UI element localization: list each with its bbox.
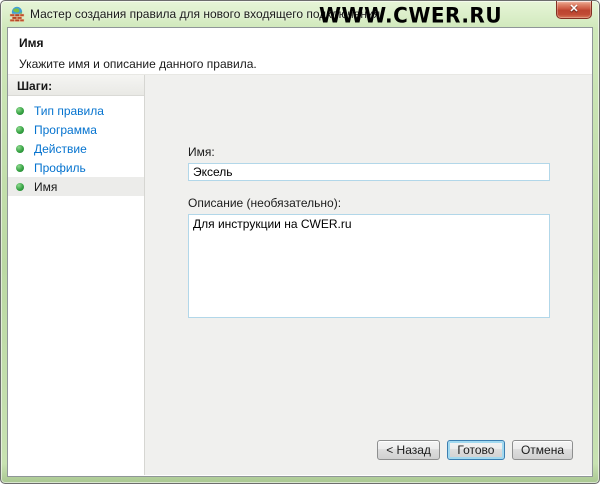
back-button[interactable]: < Назад [377, 440, 440, 460]
steps-panel-title: Шаги: [8, 75, 144, 96]
step-item-action[interactable]: Действие [8, 139, 144, 158]
firewall-icon [9, 6, 25, 22]
cancel-button[interactable]: Отмена [512, 440, 573, 460]
main-panel: Имя: Описание (необязательно): Для инстр… [145, 75, 592, 475]
green-dot-icon [16, 183, 24, 191]
description-field-label: Описание (необязательно): [188, 196, 550, 210]
page-title: Имя [19, 36, 582, 50]
step-label: Профиль [34, 161, 86, 175]
green-dot-icon [16, 145, 24, 153]
description-textarea[interactable]: Для инструкции на CWER.ru [188, 214, 550, 318]
finish-button[interactable]: Готово [447, 440, 505, 460]
wizard-window: Мастер создания правила для нового входя… [0, 0, 600, 484]
wizard-buttons: < Назад Готово Отмена [377, 440, 573, 460]
steps-list: Тип правила Программа Действие Проф [8, 101, 144, 196]
step-item-program[interactable]: Программа [8, 120, 144, 139]
green-dot-icon [16, 164, 24, 172]
step-label: Имя [34, 180, 57, 194]
green-dot-icon [16, 107, 24, 115]
step-item-rule-type[interactable]: Тип правила [8, 101, 144, 120]
close-button[interactable]: ✕ [556, 1, 592, 19]
step-item-profile[interactable]: Профиль [8, 158, 144, 177]
wizard-header: Имя Укажите имя и описание данного прави… [8, 28, 592, 75]
step-label: Программа [34, 123, 97, 137]
name-input[interactable] [188, 163, 550, 181]
wizard-body: Шаги: Тип правила Программа Действие [8, 75, 592, 475]
name-field-label: Имя: [188, 145, 550, 159]
screen: Мастер создания правила для нового входя… [0, 0, 600, 484]
watermark-text: WWW.CWER.RU [319, 2, 502, 27]
page-subtitle: Укажите имя и описание данного правила. [19, 57, 582, 71]
rule-name-form: Имя: Описание (необязательно): Для инстр… [188, 145, 550, 318]
step-label: Действие [34, 142, 87, 156]
step-item-name[interactable]: Имя [8, 177, 144, 196]
step-label: Тип правила [34, 104, 104, 118]
wizard-content: Имя Укажите имя и описание данного прави… [7, 27, 593, 477]
steps-panel: Шаги: Тип правила Программа Действие [8, 75, 145, 475]
green-dot-icon [16, 126, 24, 134]
titlebar: Мастер создания правила для нового входя… [1, 1, 599, 27]
close-icon: ✕ [569, 3, 578, 15]
